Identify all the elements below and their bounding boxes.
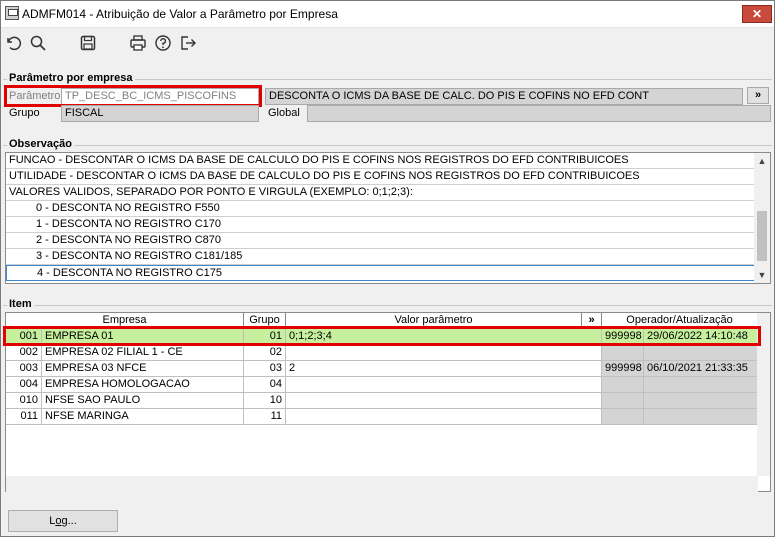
- atualizacao-cell: 06/10/2021 21:33:35: [644, 361, 758, 377]
- empresa-cod: 010: [6, 393, 42, 409]
- obs-line: 1 - DESCONTA NO REGISTRO C170: [6, 217, 756, 233]
- global-field: [307, 105, 771, 122]
- operador-cell: [602, 345, 644, 361]
- valor-cell[interactable]: [286, 409, 602, 425]
- empresa-nome: EMPRESA 02 FILIAL 1 - CE: [42, 345, 244, 361]
- global-label: Global: [268, 107, 300, 119]
- app-icon: [5, 6, 19, 20]
- item-frame: [3, 305, 772, 306]
- atualizacao-cell: [644, 409, 758, 425]
- observacao-textarea[interactable]: FUNCAO - DESCONTAR O ICMS DA BASE DE CAL…: [5, 152, 771, 284]
- parametro-highlight: [4, 85, 262, 107]
- obs-line: UTILIDADE - DESCONTAR O ICMS DA BASE DE …: [6, 169, 756, 185]
- empresa-cod: 003: [6, 361, 42, 377]
- table-row[interactable]: 002 EMPRESA 02 FILIAL 1 - CE 02: [6, 345, 758, 361]
- empresa-cod: 002: [6, 345, 42, 361]
- window-title: ADMFM014 - Atribuição de Valor a Parâmet…: [22, 7, 338, 21]
- help-icon[interactable]: [153, 33, 173, 53]
- atualizacao-cell: [644, 393, 758, 409]
- operador-cell: [602, 377, 644, 393]
- search-icon[interactable]: [28, 33, 48, 53]
- obs-line-active[interactable]: 4 - DESCONTA NO REGISTRO C175: [6, 265, 756, 281]
- valor-cell[interactable]: [286, 393, 602, 409]
- print-icon[interactable]: [128, 33, 148, 53]
- title-bar: ADMFM014 - Atribuição de Valor a Parâmet…: [1, 1, 774, 28]
- table-row[interactable]: 010 NFSE SAO PAULO 10: [6, 393, 758, 409]
- table-row[interactable]: 004 EMPRESA HOMOLOGACAO 04: [6, 377, 758, 393]
- undo-icon[interactable]: [3, 33, 23, 53]
- observacao-frame: [3, 145, 772, 146]
- scroll-down-icon[interactable]: ▼: [754, 267, 770, 283]
- log-button[interactable]: Log...: [8, 510, 118, 532]
- obs-line: VALORES VALIDOS, SEPARADO POR PONTO E VI…: [6, 185, 756, 201]
- empresa-nome: NFSE SAO PAULO: [42, 393, 244, 409]
- row-highlight: [3, 326, 761, 346]
- obs-line: 2 - DESCONTA NO REGISTRO C870: [6, 233, 756, 249]
- grupo-cell: 11: [244, 409, 286, 425]
- exit-icon[interactable]: [178, 33, 198, 53]
- grupo-field: FISCAL: [61, 105, 259, 122]
- observacao-section-title: Observação: [7, 138, 74, 150]
- valor-cell[interactable]: [286, 345, 602, 361]
- main-window: ADMFM014 - Atribuição de Valor a Parâmet…: [0, 0, 775, 537]
- empresa-nome: EMPRESA 03 NFCE: [42, 361, 244, 377]
- atualizacao-cell: [644, 345, 758, 361]
- table-row[interactable]: 003 EMPRESA 03 NFCE 03 2 999998 06/10/20…: [6, 361, 758, 377]
- obs-line: 3 - DESCONTA NO REGISTRO C181/185: [6, 249, 756, 265]
- item-hscrollbar[interactable]: [6, 476, 758, 492]
- grupo-cell: 10: [244, 393, 286, 409]
- toolbar: [1, 29, 774, 59]
- scroll-up-icon[interactable]: ▲: [754, 153, 770, 169]
- operador-cell: [602, 409, 644, 425]
- expand-button[interactable]: »: [747, 87, 769, 104]
- table-row[interactable]: 011 NFSE MARINGA 11: [6, 409, 758, 425]
- parametro-descricao: DESCONTA O ICMS DA BASE DE CALC. DO PIS …: [265, 88, 743, 105]
- grupo-label: Grupo: [9, 107, 40, 119]
- save-icon[interactable]: [78, 33, 98, 53]
- obs-line: 0 - DESCONTA NO REGISTRO F550: [6, 201, 756, 217]
- empresa-cod: 011: [6, 409, 42, 425]
- empresa-nome: EMPRESA HOMOLOGACAO: [42, 377, 244, 393]
- valor-cell[interactable]: [286, 377, 602, 393]
- operador-cell: [602, 393, 644, 409]
- empresa-cod: 004: [6, 377, 42, 393]
- operador-cell: 999998: [602, 361, 644, 377]
- observacao-scrollbar[interactable]: ▲ ▼: [754, 153, 770, 283]
- valor-cell[interactable]: 2: [286, 361, 602, 377]
- item-section-title: Item: [7, 298, 34, 310]
- parametro-section-title: Parâmetro por empresa: [7, 72, 135, 84]
- atualizacao-cell: [644, 377, 758, 393]
- close-button[interactable]: ✕: [742, 5, 772, 23]
- grupo-cell: 03: [244, 361, 286, 377]
- empresa-nome: NFSE MARINGA: [42, 409, 244, 425]
- obs-line: FUNCAO - DESCONTAR O ICMS DA BASE DE CAL…: [6, 153, 756, 169]
- log-label-suffix: g...: [61, 515, 77, 527]
- grupo-cell: 02: [244, 345, 286, 361]
- grupo-cell: 04: [244, 377, 286, 393]
- scroll-thumb[interactable]: [757, 211, 767, 261]
